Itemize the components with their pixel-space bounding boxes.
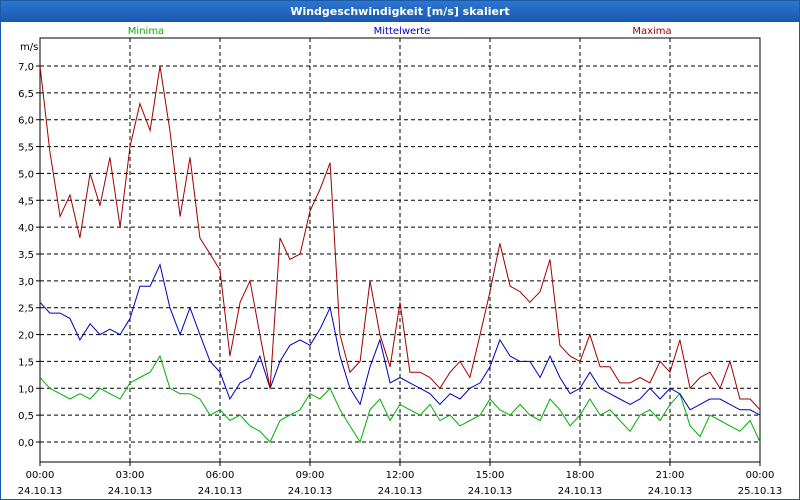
x-tick-time: 00:00 [26,470,55,481]
x-tick-time: 15:00 [476,470,505,481]
legend-maxima: Maxima [632,26,671,37]
y-tick-labels: 0,0 0,5 1,0 1,5 2,0 2,5 3,0 3,5 4,0 4,5 5,0 5,5 6,0 6… [18,62,34,449]
x-tick-date: 24.10.13 [198,486,243,497]
x-tick-labels: 00:00 24.10.13 03:00 24.10.13 06:00 24.10.13 0… [18,470,783,497]
y-tick-label: 3,0 [18,277,34,288]
x-tick-time: 18:00 [566,470,595,481]
y-tick-label: 2,5 [18,304,34,315]
x-tick-date: 24.10.13 [558,486,603,497]
y-tick-label: 5,0 [18,169,34,180]
y-tick-label: 0,5 [18,411,34,422]
legend-mittelwerte: Mittelwerte [374,26,431,37]
x-tick-time: 09:00 [296,470,325,481]
y-tick-label: 3,5 [18,250,34,261]
x-tick-date: 24.10.13 [18,486,63,497]
x-tick-date: 24.10.13 [468,486,513,497]
axes [36,37,761,466]
grid-lines [40,38,760,462]
x-tick-date: 24.10.13 [648,486,693,497]
y-tick-label: 6,0 [18,116,34,127]
y-tick-label: 4,5 [18,196,34,207]
y-tick-label: 7,0 [18,62,34,73]
y-tick-label: 6,5 [18,89,34,100]
x-tick-time: 03:00 [116,470,145,481]
x-tick-date: 24.10.13 [288,486,333,497]
y-tick-label: 4,0 [18,223,34,234]
y-tick-label: 1,0 [18,384,34,395]
x-tick-time: 00:00 [746,470,775,481]
y-tick-label: 5,5 [18,143,34,154]
x-tick-date: 24.10.13 [108,486,153,497]
legend: Minima Mittelwerte Maxima [128,26,672,37]
y-axis-unit: m/s [20,42,38,53]
y-tick-label: 1,5 [18,357,34,368]
x-tick-date: 25.10.13 [738,486,783,497]
y-tick-label: 0,0 [18,438,34,449]
chart-svg: 0,0 0,5 1,0 1,5 2,0 2,5 3,0 3,5 4,0 4,5 5,0 5,5 6,0 6… [18,26,783,497]
x-tick-date: 24.10.13 [378,486,423,497]
y-tick-label: 2,0 [18,331,34,342]
x-tick-time: 12:00 [386,470,415,481]
legend-minima: Minima [128,26,164,37]
x-tick-time: 21:00 [656,470,685,481]
x-tick-time: 06:00 [206,470,235,481]
